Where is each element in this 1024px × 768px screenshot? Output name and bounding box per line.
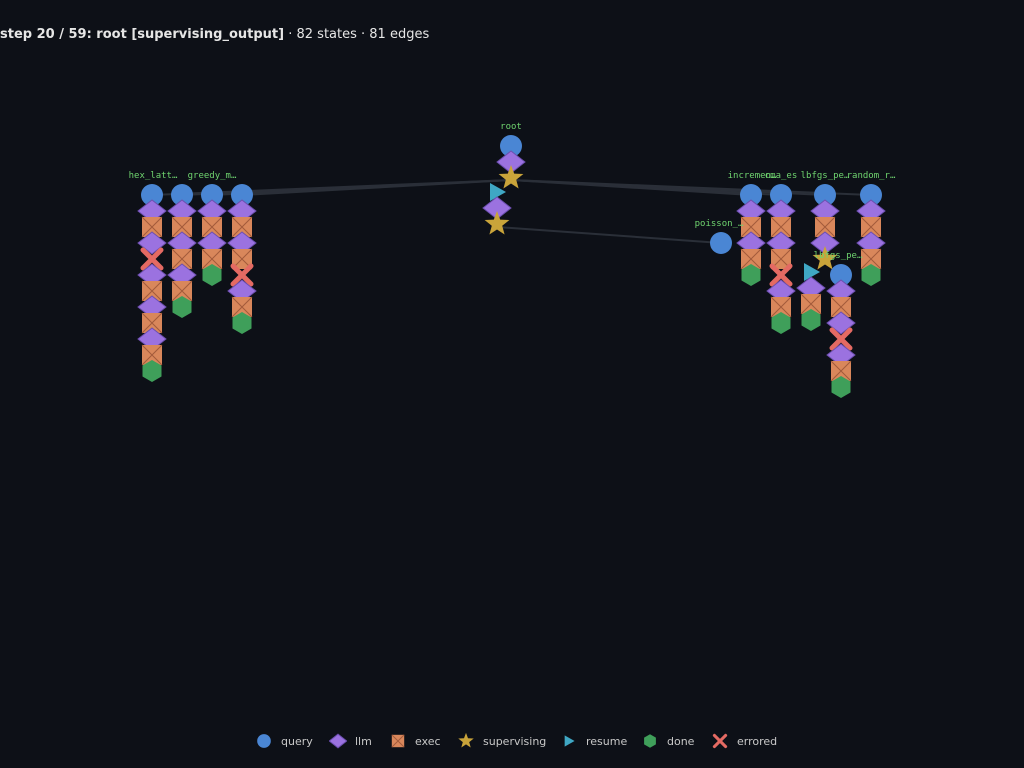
query-state-icon[interactable] [710, 232, 732, 254]
state-column-col3 [197, 184, 227, 286]
done-icon [644, 734, 656, 748]
query-state-icon [257, 734, 271, 748]
legend-item-supervising: supervising [457, 732, 546, 750]
legend: query llm exec supervising resume done errored [0, 732, 1024, 752]
supervising-state-icon [458, 732, 474, 748]
state-column-greedy [167, 184, 197, 318]
resume-state-icon [564, 735, 575, 747]
graph-edge [496, 226, 722, 244]
exec-icon [391, 734, 405, 748]
state-graph-canvas[interactable]: roothex_latt… greedy_m…poisson_…incremen…… [0, 0, 1024, 768]
llm-icon [329, 733, 347, 749]
state-column-lbfgs-resume [796, 263, 826, 331]
node-label-lbfgs: lbfgs_pe… [801, 171, 850, 181]
errored-state-icon [712, 733, 728, 749]
legend-item-query: query [255, 732, 313, 750]
legend-label-exec: exec [415, 734, 441, 748]
exec-state-icon [391, 734, 405, 748]
legend-item-errored: errored [711, 732, 777, 750]
legend-label-done: done [667, 734, 695, 748]
supervising-icon [458, 732, 474, 748]
state-column-poisson [710, 232, 732, 254]
node-label-lbfgs2: lbfgs_pe… [814, 251, 863, 261]
legend-item-llm: llm [329, 732, 372, 750]
legend-item-exec: exec [389, 732, 441, 750]
state-column-hex [137, 184, 167, 382]
legend-label-errored: errored [737, 734, 778, 748]
llm-state-icon [329, 733, 347, 749]
legend-label-supervising: supervising [483, 734, 547, 748]
node-label-poisson: poisson_… [695, 219, 744, 229]
errored-icon [712, 733, 728, 749]
legend-label-resume: resume [586, 734, 628, 748]
query-icon [257, 734, 271, 748]
supervising-state-icon[interactable] [498, 165, 524, 189]
legend-label-query: query [281, 734, 313, 748]
legend-item-done: done [641, 732, 694, 750]
node-label-root: root [500, 122, 522, 132]
node-label-greedy: greedy_m… [188, 171, 237, 181]
state-column-col4 [227, 184, 257, 334]
node-label-cma: cma_es [765, 171, 798, 181]
state-column-incr [736, 184, 766, 286]
state-column-lbfgs2 [826, 264, 856, 398]
state-column-cma [766, 184, 796, 334]
legend-item-resume: resume [560, 732, 627, 750]
legend-label-llm: llm [355, 734, 372, 748]
resume-icon [564, 735, 575, 747]
supervising-state-icon[interactable] [484, 211, 510, 235]
graph-edge [241, 179, 512, 196]
node-label-hex: hex_latt… [129, 171, 178, 181]
state-column-random [856, 184, 886, 286]
done-state-icon [644, 734, 656, 748]
node-label-random: random_r… [847, 171, 896, 181]
